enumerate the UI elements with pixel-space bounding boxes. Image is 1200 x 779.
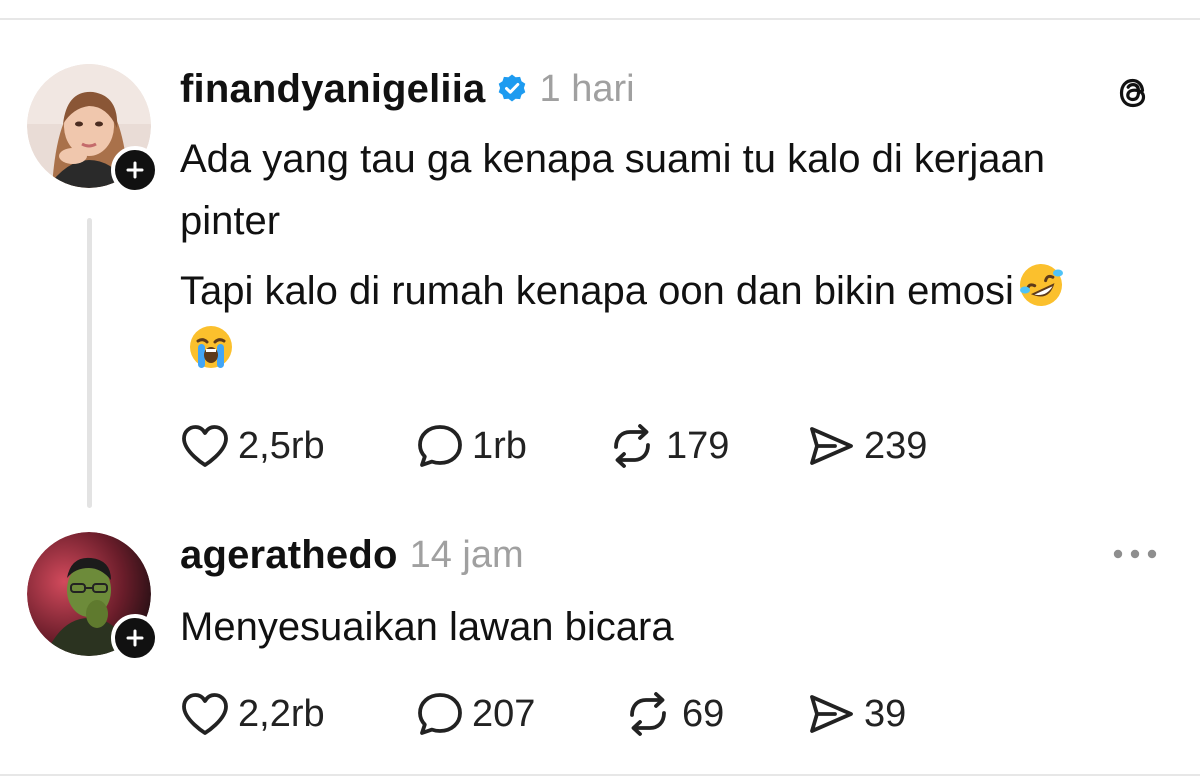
repost-icon bbox=[630, 692, 666, 736]
like-count: 2,2rb bbox=[238, 692, 325, 735]
more-icon[interactable] bbox=[1112, 546, 1158, 562]
plus-icon bbox=[126, 629, 144, 647]
reply-bubble-icon bbox=[418, 693, 462, 735]
repost-button[interactable]: 69 bbox=[622, 686, 806, 742]
post-header: agerathedo 14 jam bbox=[180, 530, 524, 580]
action-bar: 2,2rb 207 69 39 bbox=[180, 686, 966, 742]
post-text-line: Menyesuaikan lawan bicara bbox=[180, 605, 674, 649]
reply-count: 207 bbox=[472, 692, 536, 735]
username[interactable]: agerathedo bbox=[180, 533, 398, 578]
send-icon bbox=[810, 695, 853, 733]
like-button[interactable]: 2,2rb bbox=[180, 686, 416, 742]
post-time: 14 jam bbox=[409, 533, 524, 576]
heart-icon bbox=[182, 693, 228, 735]
reply-post: agerathedo 14 jam Menyesuaikan lawan bic… bbox=[0, 0, 1200, 779]
share-count: 39 bbox=[864, 692, 907, 735]
repost-count: 69 bbox=[682, 692, 725, 735]
avatar[interactable] bbox=[27, 532, 159, 662]
reply-button[interactable]: 207 bbox=[416, 686, 622, 742]
follow-plus-button[interactable] bbox=[111, 614, 159, 662]
bottom-divider bbox=[0, 774, 1200, 776]
share-button[interactable]: 39 bbox=[806, 686, 966, 742]
post-body: Menyesuaikan lawan bicara bbox=[180, 596, 1100, 658]
